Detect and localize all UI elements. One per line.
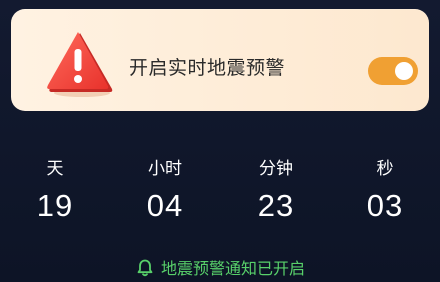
countdown-value: 23: [257, 188, 295, 223]
earthquake-alert-page: 开启实时地震预警 天 19 小时 04 分钟 23 秒 03 地震预警通知已开启: [0, 0, 440, 282]
countdown-seconds: 秒 03: [345, 158, 425, 224]
realtime-alert-toggle[interactable]: [368, 57, 418, 85]
countdown-value: 04: [146, 188, 184, 223]
notification-status-text: 地震预警通知已开启: [160, 259, 305, 278]
countdown-value: 19: [36, 188, 74, 223]
countdown-unit-label: 秒: [376, 159, 394, 179]
toggle-knob: [395, 62, 413, 80]
countdown-unit-label: 天: [46, 159, 64, 179]
card-title: 开启实时地震预警: [129, 57, 286, 79]
notification-status: 地震预警通知已开启: [0, 258, 440, 280]
alert-toggle-card: 开启实时地震预警: [11, 9, 429, 111]
countdown-minutes: 分钟 23: [236, 158, 316, 224]
bell-icon: [137, 259, 153, 277]
countdown-timer: 天 19 小时 04 分钟 23 秒 03: [0, 158, 440, 228]
countdown-unit-label: 小时: [148, 159, 182, 179]
countdown-hours: 小时 04: [125, 158, 205, 224]
countdown-days: 天 19: [15, 158, 95, 224]
countdown-unit-label: 分钟: [259, 159, 293, 179]
warning-triangle-icon: [47, 32, 113, 97]
countdown-value: 03: [366, 188, 404, 223]
